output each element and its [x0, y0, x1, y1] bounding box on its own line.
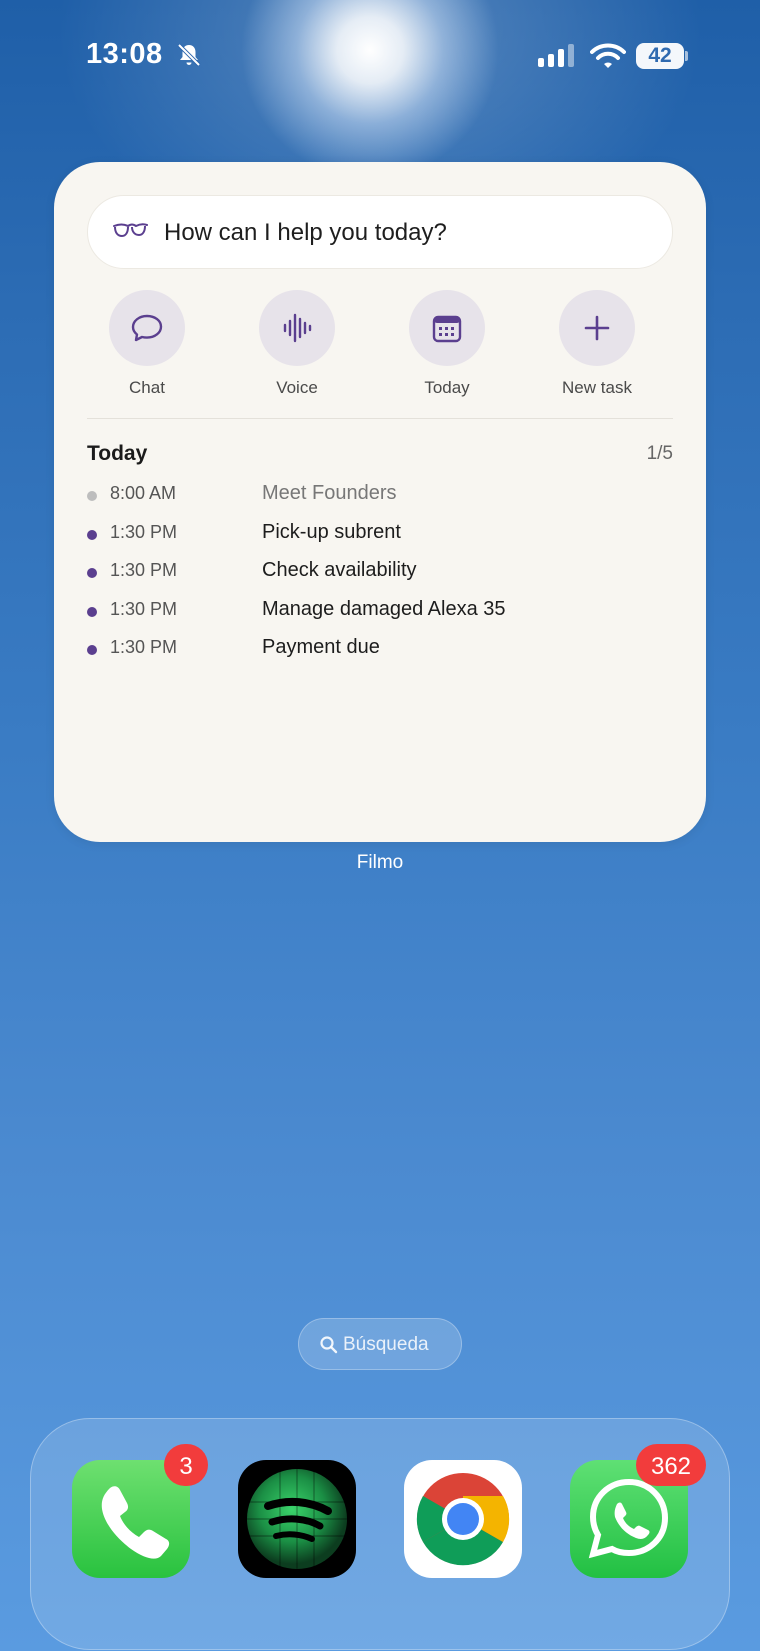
filmo-widget[interactable]: How can I help you today? Chat Voice Tod… — [54, 162, 706, 842]
quick-actions: Chat Voice Today New task — [87, 290, 673, 400]
voice-action-label: Voice — [276, 378, 318, 397]
event-dot — [87, 529, 97, 540]
event-time: 1:30 PM — [110, 637, 178, 657]
chat-action-circle[interactable] — [109, 290, 185, 366]
event-dot — [87, 491, 97, 501]
chrome-app[interactable] — [404, 1460, 522, 1578]
event-title: Payment due — [262, 636, 380, 658]
spotify-app[interactable] — [238, 1460, 356, 1578]
spotify-icon — [247, 1469, 347, 1569]
chat-bubble-icon — [131, 314, 163, 342]
today-action-circle[interactable] — [409, 290, 485, 366]
event-title: Manage damaged Alexa 35 — [262, 597, 506, 620]
event-title: Pick-up subrent — [262, 520, 401, 543]
status-bar: 13:08 42 — [0, 0, 760, 110]
wifi-icon — [590, 43, 626, 68]
event-title: Check availability — [262, 559, 417, 581]
event-item[interactable]: 1:30 PM Payment due — [87, 628, 673, 667]
search-label: Búsqueda — [343, 1334, 429, 1355]
phone-badge: 3 — [164, 1444, 208, 1486]
event-title: Meet Founders — [262, 482, 397, 504]
today-action[interactable]: Today — [387, 290, 507, 400]
event-item[interactable]: 1:30 PM Pick-up subrent — [87, 513, 673, 552]
battery-icon: 42 — [636, 43, 688, 69]
voice-action[interactable]: Voice — [237, 290, 357, 400]
event-item[interactable]: 1:30 PM Check availability — [87, 551, 673, 590]
assistant-prompt[interactable]: How can I help you today? — [87, 195, 673, 269]
event-time: 8:00 AM — [110, 483, 177, 503]
prompt-text: How can I help you today? — [164, 219, 447, 246]
chat-action-label: Chat — [129, 378, 165, 397]
event-time: 1:30 PM — [110, 598, 178, 619]
plus-icon — [584, 315, 610, 341]
new-task-action-label: New task — [562, 378, 632, 397]
calendar-icon — [432, 315, 462, 343]
glasses-icon — [113, 223, 148, 238]
new-task-action[interactable]: New task — [537, 290, 657, 400]
widget-app-name: Filmo — [356, 852, 404, 873]
event-dot — [87, 606, 97, 617]
widget-divider — [87, 418, 673, 419]
chrome-icon — [416, 1473, 510, 1566]
signal-icon — [538, 44, 574, 67]
event-item[interactable]: 1:30 PM Manage damaged Alexa 35 — [87, 590, 673, 629]
bell-slash-icon — [177, 43, 201, 67]
status-time: 13:08 — [86, 38, 163, 70]
home-search-button[interactable]: Búsqueda — [298, 1318, 462, 1370]
event-dot — [87, 568, 97, 578]
battery-cap — [685, 51, 688, 61]
event-time: 1:30 PM — [110, 560, 178, 580]
search-icon — [320, 1336, 338, 1354]
today-events: 8:00 AM Meet Founders 1:30 PM Pick-up su… — [87, 474, 673, 667]
today-heading: Today — [87, 442, 148, 465]
today-count: 1/5 — [646, 443, 673, 464]
voice-action-circle[interactable] — [259, 290, 335, 366]
waveform-icon — [283, 313, 312, 343]
event-dot — [87, 645, 97, 655]
whatsapp-badge: 362 — [636, 1444, 706, 1486]
event-time: 1:30 PM — [110, 521, 178, 542]
event-item[interactable]: 8:00 AM Meet Founders — [87, 474, 673, 513]
new-task-action-circle[interactable] — [559, 290, 635, 366]
battery-level: 42 — [648, 44, 672, 67]
chat-action[interactable]: Chat — [87, 290, 207, 400]
today-action-label: Today — [424, 378, 470, 397]
